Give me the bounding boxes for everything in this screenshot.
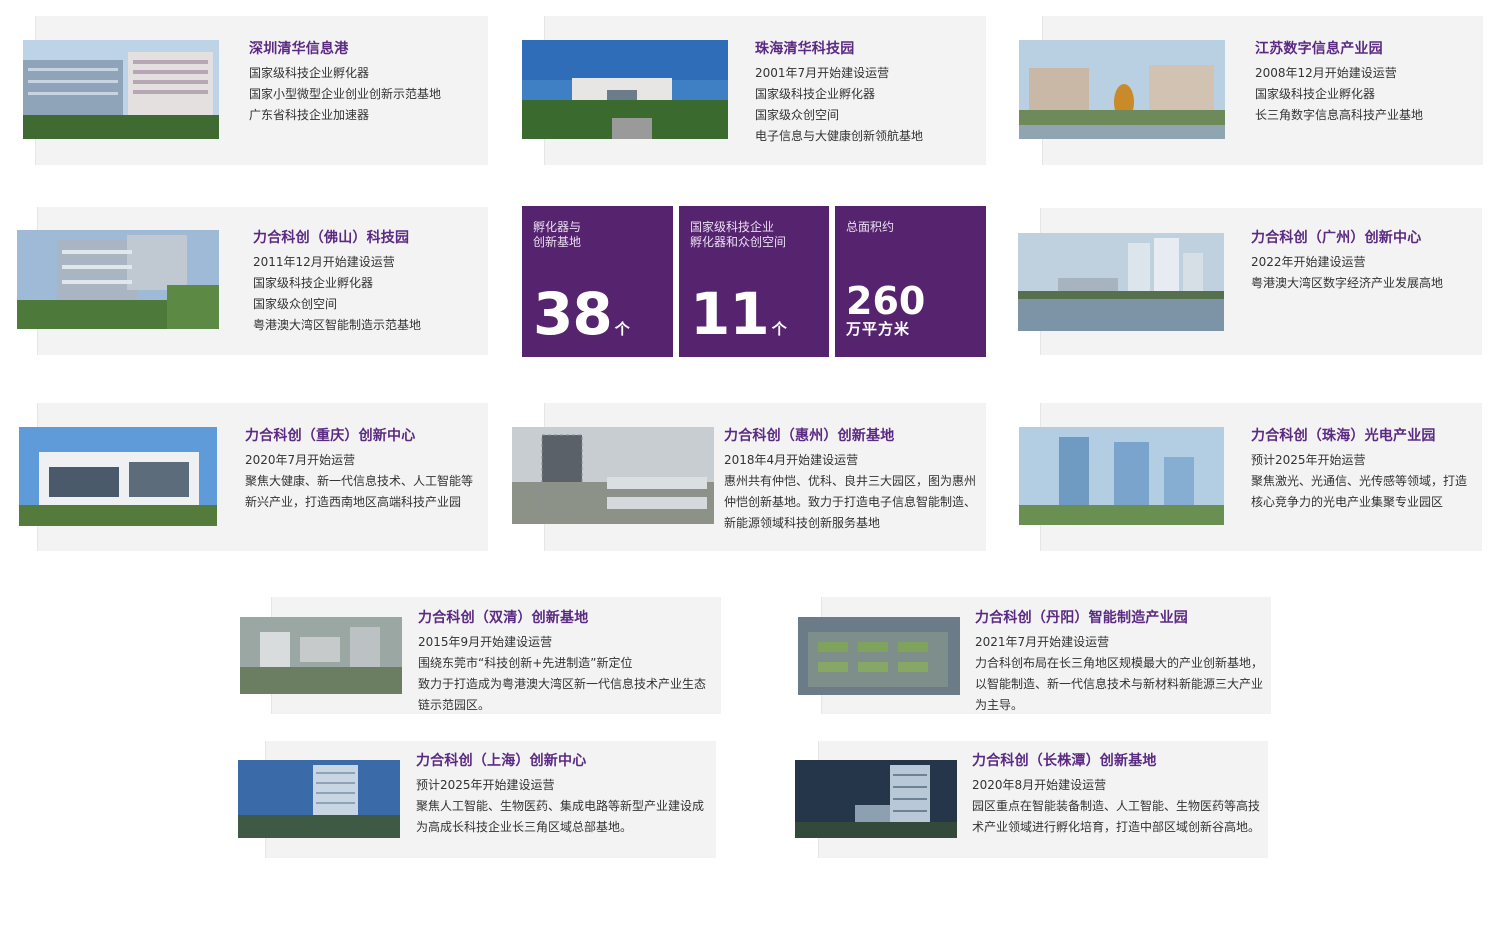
stat-tile-national: 国家级科技企业 孵化器和众创空间 11 个: [679, 206, 829, 357]
park-detail: 2022年开始建设运营: [1251, 255, 1366, 269]
park-detail: 预计2025年开始运营: [1251, 453, 1366, 467]
park-detail: 聚焦人工智能、生物医药、集成电路等新型产业建设成为高成长科技企业长三角区域总部基…: [416, 799, 705, 834]
park-photo: [795, 760, 957, 838]
park-photo: [798, 617, 960, 695]
park-detail: 国家级众创空间: [755, 108, 840, 122]
stat-value: 38: [533, 280, 613, 348]
park-detail: 长三角数字信息高科技产业基地: [1255, 108, 1424, 122]
stat-label: 孵化器与 创新基地: [533, 220, 582, 249]
park-detail: 预计2025年开始建设运营: [416, 778, 555, 792]
park-title: 力合科创（丹阳）智能制造产业园: [975, 610, 1188, 626]
stat-unit: 个: [771, 320, 787, 338]
park-title: 力合科创（佛山）科技园: [253, 230, 410, 246]
park-detail: 国家小型微型企业创业创新示范基地: [249, 87, 442, 101]
park-photo: [1019, 427, 1224, 525]
park-detail: 致力于打造成为粤港澳大湾区新一代信息技术产业生态链示范园区。: [418, 677, 707, 712]
park-detail: 国家级科技企业孵化器: [253, 276, 374, 290]
stat-value: 11: [690, 280, 770, 348]
park-photo: [19, 427, 217, 526]
stat-value: 260: [846, 279, 926, 323]
park-title: 江苏数字信息产业园: [1255, 41, 1383, 57]
park-title: 力合科创（重庆）创新中心: [245, 428, 416, 444]
park-title: 力合科创（惠州）创新基地: [724, 428, 895, 444]
park-detail: 2001年7月开始建设运营: [755, 66, 890, 80]
park-detail: 国家级众创空间: [253, 297, 338, 311]
park-title: 力合科创（上海）创新中心: [416, 753, 587, 769]
park-detail: 广东省科技企业加速器: [249, 108, 370, 122]
park-detail: 2011年12月开始建设运营: [253, 255, 395, 269]
stat-label: 国家级科技企业 孵化器和众创空间: [690, 220, 787, 249]
park-photo: [1019, 40, 1225, 139]
park-photo: [17, 230, 219, 329]
park-detail: 2015年9月开始建设运营: [418, 635, 553, 649]
stat-unit: 个: [614, 320, 630, 338]
stat-unit: 万平方米: [846, 320, 911, 338]
park-detail: 粤港澳大湾区数字经济产业发展高地: [1251, 276, 1444, 290]
park-detail: 国家级科技企业孵化器: [249, 66, 370, 80]
park-title: 力合科创（长株潭）创新基地: [972, 753, 1157, 769]
stat-label: 总面积约: [846, 220, 895, 234]
park-title: 珠海清华科技园: [755, 41, 855, 57]
park-detail: 惠州共有仲恺、优科、良井三大园区，图为惠州仲恺创新基地。致力于打造电子信息智能制…: [724, 474, 977, 530]
park-title: 力合科创（珠海）光电产业园: [1251, 428, 1436, 444]
park-detail: 国家级科技企业孵化器: [1255, 87, 1376, 101]
park-detail: 围绕东莞市“科技创新+先进制造”新定位: [418, 656, 633, 670]
park-detail: 粤港澳大湾区智能制造示范基地: [253, 318, 422, 332]
park-detail: 国家级科技企业孵化器: [755, 87, 876, 101]
park-detail: 2020年7月开始运营: [245, 453, 356, 467]
park-photo: [512, 427, 714, 524]
park-detail: 2018年4月开始建设运营: [724, 453, 859, 467]
stat-tile-incubators: 孵化器与 创新基地 38 个: [522, 206, 673, 357]
park-detail: 园区重点在智能装备制造、人工智能、生物医药等高技术产业领域进行孵化培育，打造中部…: [972, 799, 1261, 834]
park-detail: 2021年7月开始建设运营: [975, 635, 1110, 649]
park-detail: 聚焦激光、光通信、光传感等领域，打造核心竞争力的光电产业集聚专业园区: [1251, 474, 1468, 509]
park-photo: [240, 617, 402, 694]
park-title: 力合科创（双清）创新基地: [418, 610, 589, 626]
park-detail: 聚焦大健康、新一代信息技术、人工智能等新兴产业，打造西南地区高端科技产业园: [245, 474, 474, 509]
park-photo: [238, 760, 400, 838]
park-detail: 2020年8月开始建设运营: [972, 778, 1107, 792]
park-title: 力合科创（广州）创新中心: [1251, 230, 1422, 246]
park-photo: [1018, 233, 1224, 331]
park-photo: [23, 40, 219, 139]
park-photo: [522, 40, 728, 139]
park-detail: 2008年12月开始建设运营: [1255, 66, 1397, 80]
park-title: 深圳清华信息港: [249, 41, 349, 57]
park-detail: 电子信息与大健康创新领航基地: [755, 129, 924, 143]
stat-tile-area: 总面积约 260 万平方米: [835, 206, 986, 357]
park-detail: 力合科创布局在长三角地区规模最大的产业创新基地，以智能制造、新一代信息技术与新材…: [975, 656, 1264, 712]
